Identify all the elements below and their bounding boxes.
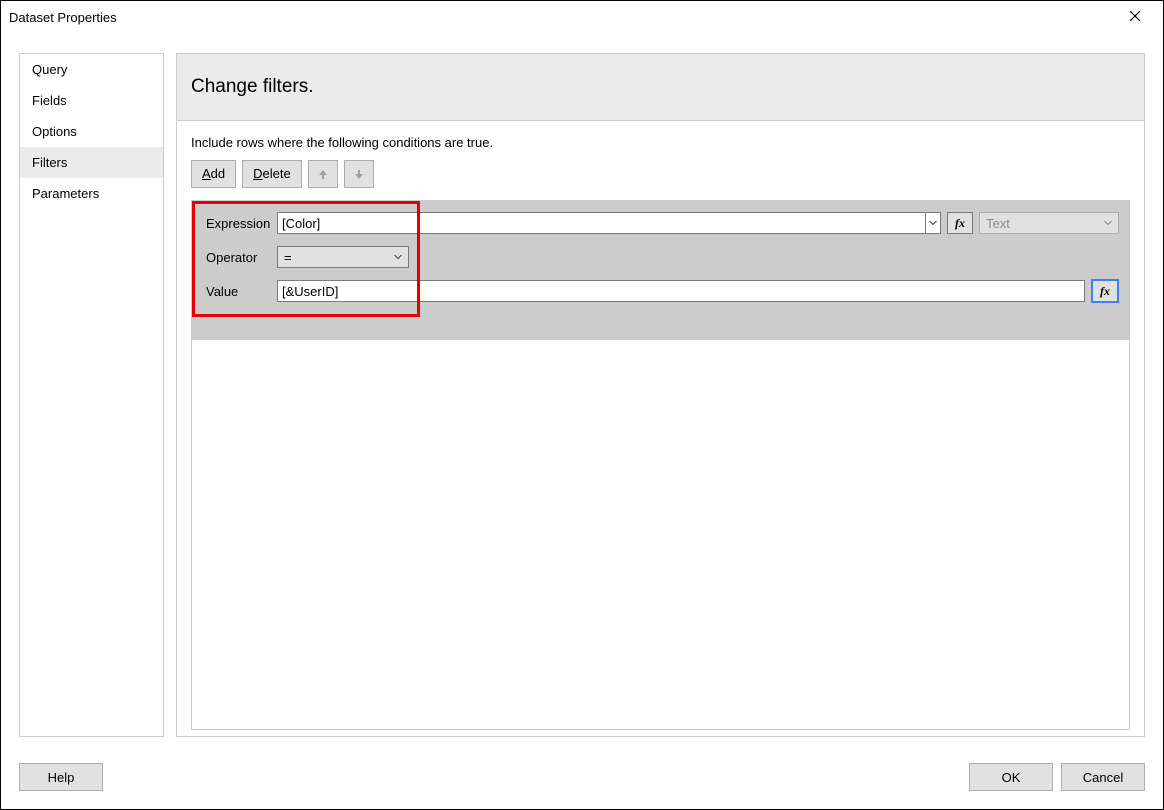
title-bar: Dataset Properties — [1, 1, 1163, 35]
nav-item-parameters[interactable]: Parameters — [20, 178, 163, 209]
chevron-down-icon — [1104, 218, 1112, 228]
expression-combo[interactable]: [Color] — [277, 212, 941, 234]
filter-row-operator: Operator = — [202, 245, 1119, 269]
filter-row-value: Value [&UserID] fx — [202, 279, 1119, 303]
value-input[interactable]: [&UserID] — [277, 280, 1085, 302]
chevron-down-icon — [394, 252, 402, 262]
operator-select[interactable]: = — [277, 246, 409, 268]
panel-body: Include rows where the following conditi… — [177, 121, 1144, 736]
expression-label: Expression — [202, 216, 277, 231]
arrow-down-icon — [353, 168, 365, 180]
cancel-button[interactable]: Cancel — [1061, 763, 1145, 791]
content-area: Query Fields Options Filters Parameters … — [1, 35, 1163, 755]
dialog-footer: Help OK Cancel — [1, 755, 1163, 809]
move-down-button[interactable] — [344, 160, 374, 188]
panel-description: Include rows where the following conditi… — [191, 135, 1130, 150]
main-panel: Change filters. Include rows where the f… — [176, 53, 1145, 737]
filter-grid-empty — [191, 340, 1130, 730]
move-up-button[interactable] — [308, 160, 338, 188]
arrow-up-icon — [317, 168, 329, 180]
type-combo-value: Text — [986, 216, 1010, 231]
filter-row-expression: Expression [Color] fx Text — [202, 211, 1119, 235]
nav-item-query[interactable]: Query — [20, 54, 163, 85]
window-title: Dataset Properties — [9, 10, 1115, 25]
delete-button[interactable]: Delete — [242, 160, 302, 188]
filter-grid: Expression [Color] fx Text — [191, 200, 1130, 340]
close-icon — [1129, 10, 1141, 22]
value-label: Value — [202, 284, 277, 299]
expression-fx-button[interactable]: fx — [947, 212, 973, 234]
side-nav: Query Fields Options Filters Parameters — [19, 53, 164, 737]
filter-toolbar: Add Delete — [191, 160, 1130, 188]
add-button[interactable]: Add — [191, 160, 236, 188]
expression-dropdown-button[interactable] — [925, 212, 941, 234]
dialog-window: Dataset Properties Query Fields Options … — [0, 0, 1164, 810]
help-button[interactable]: Help — [19, 763, 103, 791]
value-fx-button[interactable]: fx — [1091, 279, 1119, 303]
nav-item-filters[interactable]: Filters — [20, 147, 163, 178]
operator-value: = — [284, 250, 292, 265]
nav-item-options[interactable]: Options — [20, 116, 163, 147]
nav-item-fields[interactable]: Fields — [20, 85, 163, 116]
close-button[interactable] — [1115, 1, 1155, 35]
panel-heading: Change filters. — [177, 54, 1144, 121]
type-combo[interactable]: Text — [979, 212, 1119, 234]
expression-value[interactable]: [Color] — [277, 212, 925, 234]
chevron-down-icon — [929, 220, 937, 226]
operator-label: Operator — [202, 250, 277, 265]
ok-button[interactable]: OK — [969, 763, 1053, 791]
